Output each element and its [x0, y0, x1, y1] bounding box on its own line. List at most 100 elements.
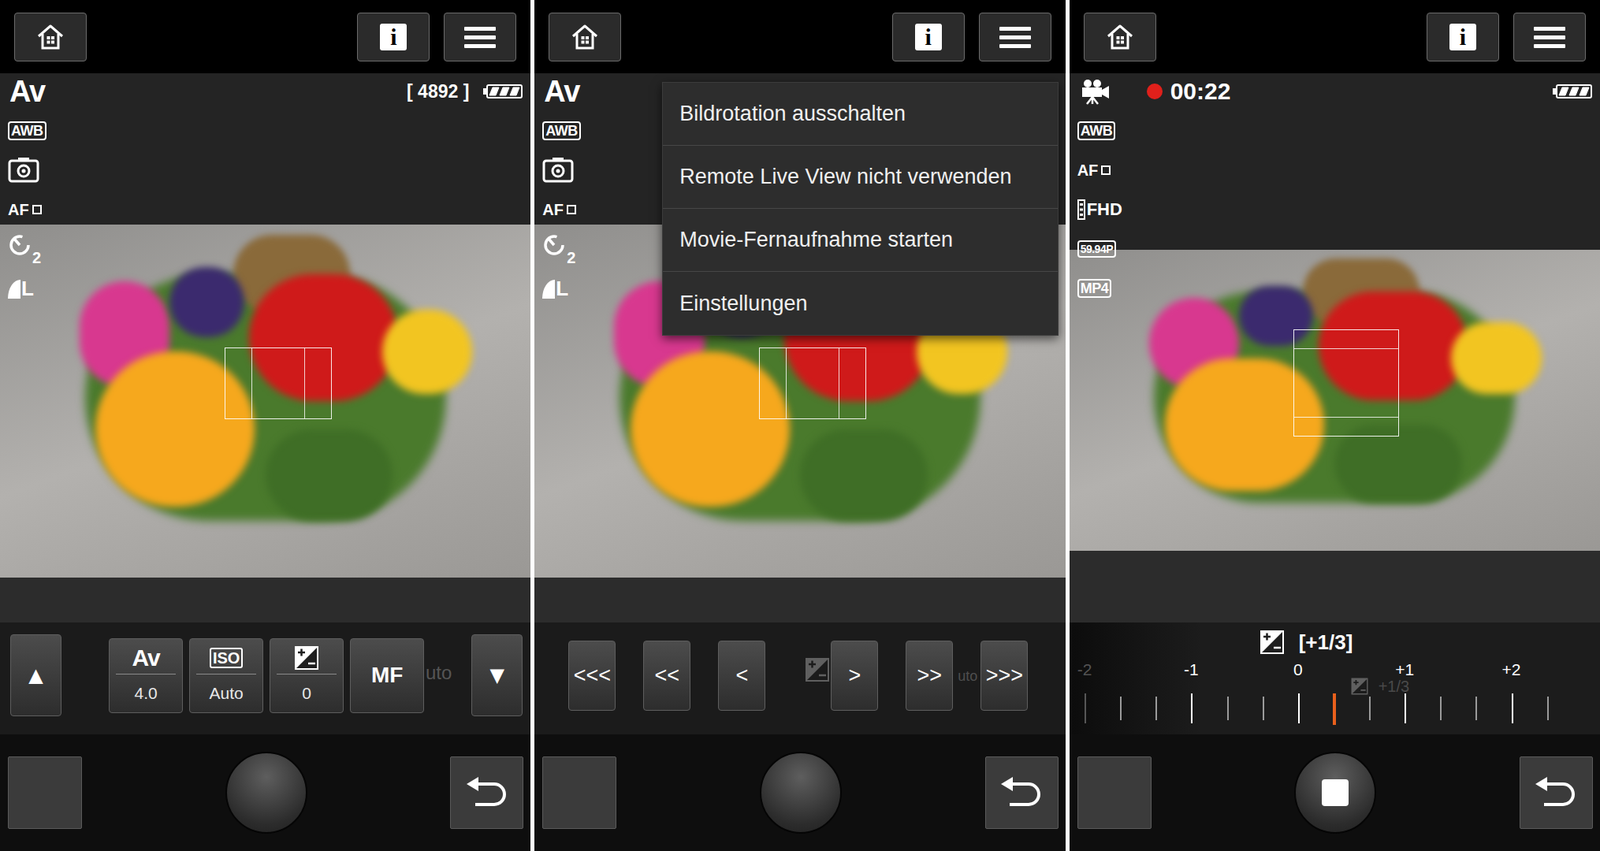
info-button[interactable]: i — [357, 12, 430, 62]
step-button[interactable]: < — [718, 640, 766, 711]
quality-label: L — [21, 278, 34, 299]
shutter-button[interactable] — [225, 751, 308, 834]
status-indicator: 2 — [7, 229, 47, 269]
last-image-thumbnail[interactable] — [7, 756, 82, 830]
live-view-photo — [1069, 249, 1600, 551]
status-area: Av[ 4892 ] — [0, 73, 531, 225]
setting-button[interactable]: Av4.0 — [108, 638, 183, 714]
back-arrow-icon — [464, 776, 510, 810]
hamburger-icon — [1533, 24, 1567, 50]
self-timer-icon — [7, 232, 35, 260]
status-indicator: AF — [7, 189, 47, 230]
af-frame — [224, 347, 332, 420]
app-screen: i Av[ 4892 ]AWB AF 2 L ▲ Av4.0ISOAuto0MF ▼ uto — [0, 0, 531, 851]
menu-item[interactable]: Einstellungen — [662, 271, 1058, 335]
indicator-badge: AWB — [1077, 121, 1117, 141]
battery-icon — [1552, 84, 1593, 99]
setting-button[interactable]: ISOAuto — [189, 638, 264, 714]
back-button[interactable] — [1519, 756, 1593, 830]
last-image-thumbnail[interactable] — [1077, 756, 1152, 830]
af-label: AF — [1077, 162, 1099, 179]
info-button[interactable]: i — [892, 12, 965, 62]
step-button[interactable]: >> — [905, 640, 953, 711]
status-indicator: 2 — [542, 229, 581, 269]
home-button[interactable] — [1083, 12, 1157, 62]
menu-item[interactable]: Bildrotation ausschalten — [662, 82, 1058, 146]
quality-icon — [7, 279, 21, 299]
status-indicator: L — [7, 268, 47, 309]
step-button[interactable]: >>> — [980, 640, 1028, 711]
app-screen: iAvAWBAF2L<<<<<<>>>>>>utoBildrotation au… — [534, 0, 1065, 851]
scale-label: -2 — [1077, 660, 1093, 680]
quality-icon — [542, 279, 555, 299]
menu-button[interactable] — [443, 12, 517, 62]
scale-label: -1 — [1183, 660, 1199, 680]
film-icon — [1077, 199, 1086, 220]
home-icon — [36, 23, 65, 51]
exposure-slider[interactable]: [+1/3]-2-10+1+2+1/3 — [1069, 622, 1600, 735]
bottom-bar — [1069, 734, 1600, 851]
movie-camera-icon — [1079, 78, 1111, 105]
back-button[interactable] — [985, 756, 1059, 830]
quality-label: L — [555, 278, 569, 299]
hamburger-icon — [463, 24, 497, 50]
setting-button[interactable]: 0 — [269, 638, 344, 714]
shooting-mode: Av — [9, 76, 45, 107]
back-arrow-icon — [998, 776, 1045, 810]
status-indicator: AF — [542, 189, 581, 230]
slider-marker[interactable] — [1332, 693, 1336, 726]
step-button[interactable]: <<< — [568, 640, 616, 711]
bottom-bar — [0, 734, 531, 851]
menu-item[interactable]: Remote Live View nicht verwenden — [662, 145, 1058, 209]
exposure-compensation-icon — [1259, 629, 1285, 655]
home-icon — [570, 23, 600, 51]
home-button[interactable] — [548, 12, 622, 62]
status-indicator: AWB — [7, 111, 47, 151]
status-indicator: MP4 — [1077, 268, 1123, 309]
last-image-thumbnail[interactable] — [542, 756, 617, 830]
movie-size-label: FHD — [1086, 200, 1123, 219]
status-indicator — [7, 150, 47, 190]
info-button[interactable]: i — [1426, 12, 1500, 62]
menu-button[interactable] — [1513, 12, 1586, 62]
stop-icon — [1321, 779, 1349, 807]
step-button[interactable]: << — [643, 640, 691, 711]
menu-item[interactable]: Movie-Fernaufnahme starten — [662, 208, 1058, 272]
app-screen: i00:22AWBAFFHD59.94PMP4[+1/3]-2-10+1+2+1… — [1069, 0, 1600, 851]
indicator-badge: MP4 — [1077, 279, 1113, 298]
back-arrow-icon — [1533, 776, 1579, 810]
shutter-button[interactable] — [759, 751, 842, 834]
control-strip: ▲ Av4.0ISOAuto0MF ▼ uto — [0, 622, 531, 735]
scroll-button[interactable]: ▲ — [10, 634, 62, 717]
menu-button[interactable] — [978, 12, 1052, 62]
timer-label: 2 — [566, 249, 576, 266]
scroll-button[interactable]: ▼ — [471, 634, 523, 717]
home-button[interactable] — [14, 12, 87, 62]
shutter-button[interactable] — [1294, 751, 1377, 834]
top-bar: i — [0, 0, 531, 74]
status-area: 00:22 — [1069, 73, 1600, 250]
shooting-mode: Av — [543, 76, 580, 107]
back-button[interactable] — [450, 756, 524, 830]
scale-label: +2 — [1502, 660, 1522, 680]
af-frame — [1293, 329, 1400, 437]
status-indicator: AWB — [1077, 111, 1123, 151]
focus-mode-button[interactable]: MF — [349, 638, 425, 714]
ghost-label: uto — [425, 662, 452, 685]
step-button[interactable]: > — [830, 640, 879, 711]
exposure-value: [+1/3] — [1298, 627, 1354, 659]
battery-icon — [483, 84, 523, 99]
control-strip: <<<<<<>>>>>>uto — [534, 622, 1065, 735]
exposure-compensation-icon — [804, 657, 830, 683]
indicator-badge: AWB — [7, 121, 47, 141]
ghost-label: +1/3 — [1378, 678, 1410, 695]
af-label: AF — [542, 201, 564, 218]
timer-label: 2 — [32, 249, 41, 266]
exposure-compensation-icon — [293, 645, 320, 671]
status-indicator — [542, 150, 581, 190]
hamburger-icon — [998, 24, 1032, 50]
live-view-photo — [0, 224, 531, 578]
status-indicator: 59.94P — [1077, 229, 1123, 269]
status-indicator: L — [542, 268, 581, 309]
scale-label: 0 — [1293, 660, 1303, 680]
